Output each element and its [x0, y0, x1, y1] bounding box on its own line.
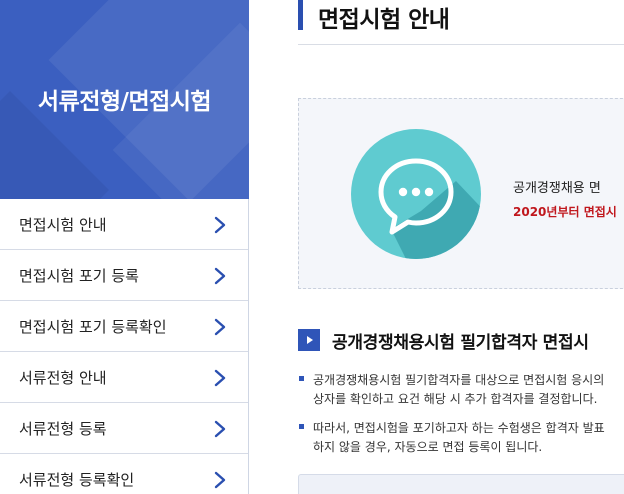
chevron-right-icon [214, 471, 226, 489]
sidebar-title: 서류전형/면접시험 [37, 89, 212, 115]
sidebar-item-document-info[interactable]: 서류전형 안내 [0, 352, 248, 403]
divider [298, 44, 624, 45]
sidebar-item-label: 면접시험 포기 등록 [19, 266, 139, 285]
chevron-right-icon [214, 216, 226, 234]
sidebar-item-interview-withdraw-check[interactable]: 면접시험 포기 등록확인 [0, 301, 248, 352]
info-notice: 2020년부터 면접시 [513, 205, 617, 219]
sidebar-item-label: 서류전형 등록확인 [19, 470, 135, 489]
chevron-right-icon [214, 420, 226, 438]
chevron-right-icon [214, 267, 226, 285]
sidebar-item-interview-withdraw[interactable]: 면접시험 포기 등록 [0, 250, 248, 301]
play-arrow-icon [298, 329, 320, 351]
sidebar-item-document-register-check[interactable]: 서류전형 등록확인 [0, 454, 248, 494]
chevron-right-icon [214, 369, 226, 387]
content-box [298, 474, 624, 494]
sidebar-item-interview-info[interactable]: 면접시험 안내 [0, 199, 248, 250]
title-accent-bar [298, 0, 303, 30]
sidebar-item-label: 서류전형 등록 [19, 419, 107, 438]
chat-bubble-icon [351, 129, 481, 259]
sidebar-menu: 면접시험 안내 면접시험 포기 등록 면접시험 포기 등록확인 서류전형 안내 … [0, 199, 248, 494]
bullet-square [299, 376, 304, 381]
sidebar-item-label: 면접시험 포기 등록확인 [19, 317, 167, 336]
sidebar-item-label: 면접시험 안내 [19, 215, 107, 234]
chevron-right-icon [214, 318, 226, 336]
paragraph-line: 하지 않을 경우, 자동으로 면접 등록이 됩니다. [313, 440, 543, 454]
bullet-square [299, 424, 304, 429]
paragraph-line: 공개경쟁채용시험 필기합격자를 대상으로 면접시험 응시의 [313, 373, 605, 387]
main-content: 면접시험 안내 공개경쟁채용 면 2020년부터 면접시 공개경쟁채용시험 필기… [250, 0, 624, 494]
section-title: 공개경쟁채용시험 필기합격자 면접시 [332, 333, 589, 353]
sidebar: 서류전형/면접시험 면접시험 안내 면접시험 포기 등록 면접시험 포기 등록확… [0, 0, 249, 494]
info-box: 공개경쟁채용 면 2020년부터 면접시 [298, 98, 624, 289]
paragraph-line: 따라서, 면접시험을 포기하고자 하는 수험생은 합격자 발표 [313, 421, 605, 435]
sidebar-item-document-register[interactable]: 서류전형 등록 [0, 403, 248, 454]
sidebar-header: 서류전형/면접시험 [0, 0, 249, 199]
info-text: 공개경쟁채용 면 [513, 181, 601, 196]
paragraph-line: 상자를 확인하고 요건 해당 시 추가 합격자를 결정합니다. [313, 392, 598, 406]
sidebar-item-label: 서류전형 안내 [19, 368, 107, 387]
page-title: 면접시험 안내 [318, 7, 450, 33]
